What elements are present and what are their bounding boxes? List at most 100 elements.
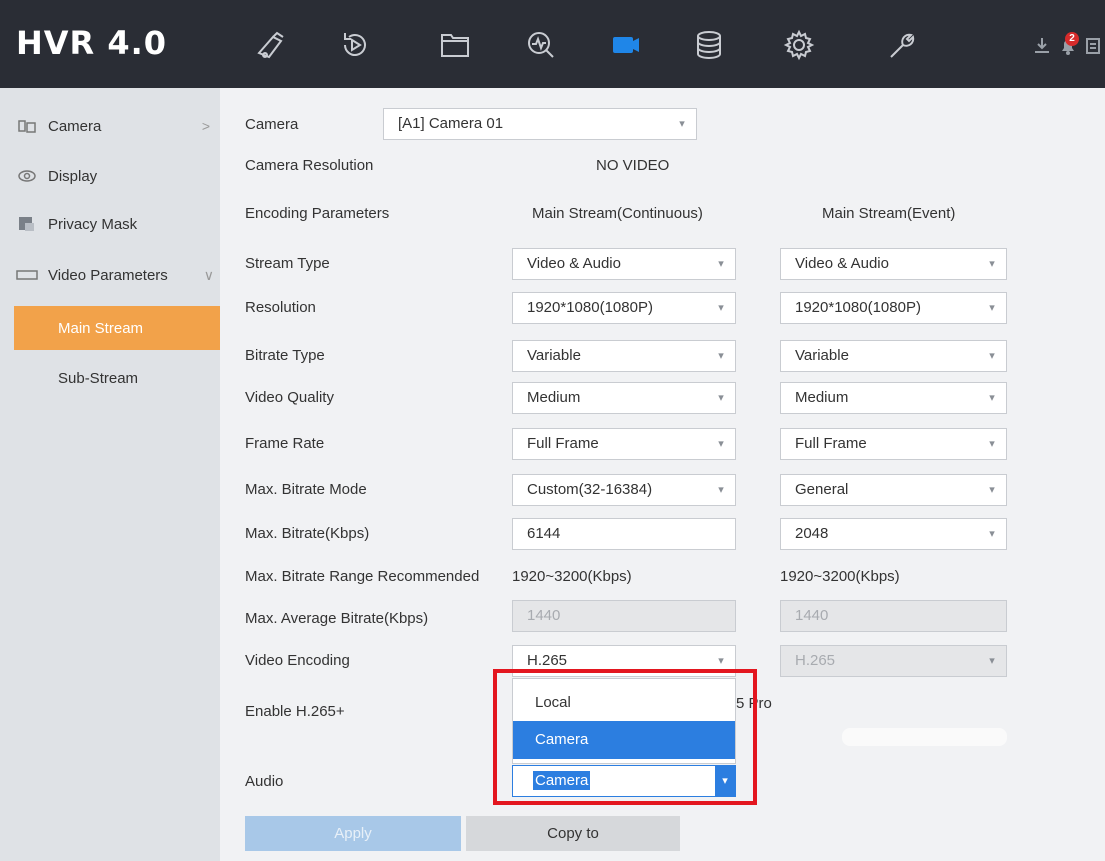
max-bitrate-col2-value: 2048 — [795, 525, 829, 542]
audio-select[interactable]: Camera ▾ — [512, 765, 736, 797]
copy-to-button[interactable]: Copy to — [466, 816, 680, 851]
frame-rate-label: Frame Rate — [245, 435, 325, 452]
chevron-right-icon: > — [201, 118, 210, 134]
eye-icon — [16, 167, 38, 185]
enable-h265-label: Enable H.265+ — [245, 703, 345, 720]
sidebar-item-label: Camera — [48, 117, 102, 135]
dropdown-arrow-icon: ▾ — [989, 392, 995, 404]
bitrate-range-label: Max. Bitrate Range Recommended — [245, 568, 480, 585]
apply-button[interactable]: Apply — [245, 816, 461, 851]
bitrate-type-col2-value: Variable — [795, 347, 849, 364]
frame-rate-col1-value: Full Frame — [527, 435, 599, 452]
settings-gear-icon[interactable] — [778, 24, 820, 66]
video-parameters-icon — [16, 266, 38, 284]
dropdown-arrow-icon: ▾ — [718, 258, 724, 270]
live-view-icon[interactable] — [250, 24, 292, 66]
smart-analysis-icon[interactable] — [520, 24, 562, 66]
camera-label: Camera — [245, 116, 299, 133]
sidebar-sub-sub-stream[interactable]: Sub-Stream — [14, 356, 220, 400]
resolution-label: Resolution — [245, 299, 316, 316]
camera-small-icon — [16, 117, 38, 135]
camera-select[interactable]: [A1] Camera 01 ▾ — [383, 108, 697, 140]
max-bitrate-col1-value: 6144 — [527, 525, 561, 542]
alarm-bell-icon[interactable]: 2 — [1056, 32, 1080, 58]
video-quality-col1-select[interactable]: Medium ▾ — [512, 382, 736, 414]
playback-icon[interactable] — [334, 24, 376, 66]
camera-select-value: [A1] Camera 01 — [398, 115, 504, 132]
h265-pro-partial-text: 5 Pro — [736, 695, 772, 712]
dropdown-arrow-icon: ▾ — [718, 350, 724, 362]
bitrate-type-col2-select[interactable]: Variable ▾ — [780, 340, 1007, 372]
sidebar-item-display[interactable]: Display — [0, 153, 220, 199]
app-logo: HVR 4.0 — [16, 24, 168, 62]
camera-config-icon[interactable] — [604, 24, 646, 66]
top-nav-bar: HVR 4.0 2 — [0, 0, 1105, 88]
max-bitrate-col2-select[interactable]: 2048 ▾ — [780, 518, 1007, 550]
app-window: HVR 4.0 2 Camera > Display Privacy Mask … — [0, 0, 1105, 861]
dropdown-arrow-icon: ▾ — [715, 766, 735, 796]
sidebar-item-label: Privacy Mask — [48, 215, 138, 233]
stream-type-col1-value: Video & Audio — [527, 255, 621, 272]
encoding-parameters-label: Encoding Parameters — [245, 205, 390, 222]
storage-icon[interactable] — [688, 24, 730, 66]
maintenance-wrench-icon[interactable] — [880, 24, 922, 66]
download-icon[interactable] — [1030, 34, 1054, 58]
audio-option-local[interactable]: Local — [513, 687, 735, 719]
bitrate-type-label: Bitrate Type — [245, 347, 325, 364]
main-stream-event-header: Main Stream(Event) — [822, 205, 956, 222]
video-encoding-label: Video Encoding — [245, 652, 350, 669]
dropdown-arrow-icon: ▾ — [989, 438, 995, 450]
more-menu-icon[interactable] — [1084, 34, 1102, 58]
main-stream-continuous-header: Main Stream(Continuous) — [532, 205, 703, 222]
dropdown-arrow-icon: ▾ — [718, 302, 724, 314]
resolution-col1-select[interactable]: 1920*1080(1080P) ▾ — [512, 292, 736, 324]
average-bitrate-col1-input: 1440 — [512, 600, 736, 632]
stream-type-col2-value: Video & Audio — [795, 255, 889, 272]
video-encoding-col2-value: H.265 — [795, 652, 836, 669]
dropdown-arrow-icon: ▾ — [989, 655, 995, 667]
video-encoding-col2-select: H.265 ▾ — [780, 645, 1007, 677]
video-quality-label: Video Quality — [245, 389, 334, 406]
redacted-area — [842, 728, 1007, 746]
video-quality-col2-value: Medium — [795, 389, 849, 406]
average-bitrate-col2-input: 1440 — [780, 600, 1007, 632]
bitrate-type-col1-select[interactable]: Variable ▾ — [512, 340, 736, 372]
frame-rate-col2-select[interactable]: Full Frame ▾ — [780, 428, 1007, 460]
dropdown-arrow-icon: ▾ — [989, 484, 995, 496]
max-bitrate-label: Max. Bitrate(Kbps) — [245, 525, 370, 542]
dropdown-arrow-icon: ▾ — [989, 258, 995, 270]
dropdown-arrow-icon: ▾ — [718, 484, 724, 496]
audio-option-camera[interactable]: Camera — [513, 721, 735, 759]
video-encoding-col1-select[interactable]: H.265 ▾ — [512, 645, 736, 677]
frame-rate-col1-select[interactable]: Full Frame ▾ — [512, 428, 736, 460]
sidebar-item-label: Video Parameters — [48, 266, 168, 284]
max-bitrate-mode-col2-value: General — [795, 481, 849, 498]
dropdown-arrow-icon: ▾ — [718, 392, 724, 404]
stream-type-col1-select[interactable]: Video & Audio ▾ — [512, 248, 736, 280]
alarm-count-badge: 2 — [1065, 32, 1079, 46]
video-quality-col1-value: Medium — [527, 389, 581, 406]
sidebar-item-video-parameters[interactable]: Video Parameters ∨ — [0, 252, 220, 298]
camera-resolution-value: NO VIDEO — [596, 157, 670, 174]
privacy-mask-icon — [16, 215, 38, 233]
video-quality-col2-select[interactable]: Medium ▾ — [780, 382, 1007, 414]
max-bitrate-mode-col2-select[interactable]: General ▾ — [780, 474, 1007, 506]
audio-label: Audio — [245, 773, 284, 790]
max-bitrate-mode-label: Max. Bitrate Mode — [245, 481, 367, 498]
frame-rate-col2-value: Full Frame — [795, 435, 867, 452]
max-bitrate-col1-input[interactable]: 6144 — [512, 518, 736, 550]
camera-resolution-label: Camera Resolution — [245, 157, 374, 174]
file-management-icon[interactable] — [434, 24, 476, 66]
sidebar-item-camera[interactable]: Camera > — [0, 103, 220, 149]
sidebar-item-privacy-mask[interactable]: Privacy Mask — [0, 201, 220, 247]
max-bitrate-mode-col1-select[interactable]: Custom(32-16384) ▾ — [512, 474, 736, 506]
average-bitrate-label: Max. Average Bitrate(Kbps) — [245, 610, 429, 627]
dropdown-arrow-icon: ▾ — [989, 528, 995, 540]
bitrate-range-col2: 1920~3200(Kbps) — [780, 568, 900, 585]
stream-type-col2-select[interactable]: Video & Audio ▾ — [780, 248, 1007, 280]
resolution-col2-value: 1920*1080(1080P) — [795, 299, 921, 316]
video-encoding-col1-value: H.265 — [527, 652, 568, 669]
resolution-col2-select[interactable]: 1920*1080(1080P) ▾ — [780, 292, 1007, 324]
sidebar-sub-main-stream[interactable]: Main Stream — [14, 306, 220, 350]
audio-select-value: Camera — [533, 771, 591, 790]
